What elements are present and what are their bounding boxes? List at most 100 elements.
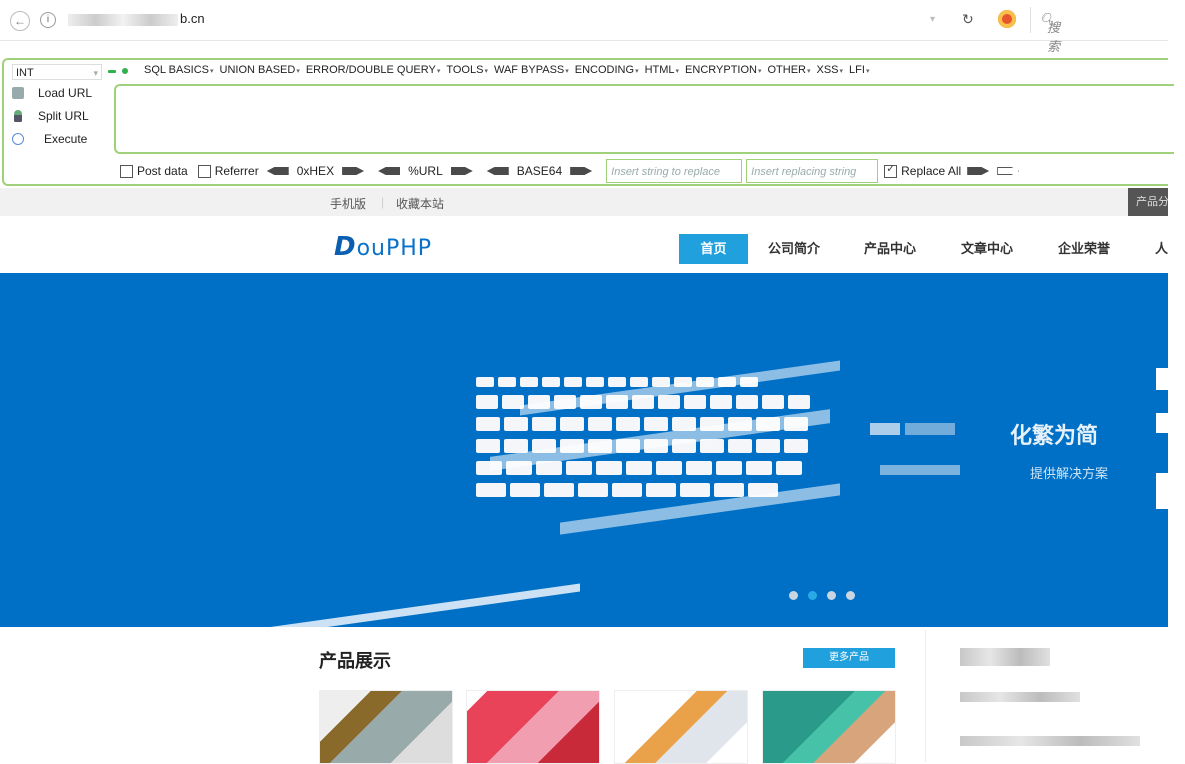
- injection-type-select[interactable]: INT ▾: [12, 64, 102, 80]
- keyboard-key: [566, 461, 592, 475]
- product-thumbnail[interactable]: [614, 690, 748, 764]
- replace-next-arrow-icon[interactable]: [997, 167, 1020, 175]
- keyboard-key: [510, 483, 540, 497]
- nav-honors[interactable]: 企业荣誉: [1058, 234, 1110, 264]
- search-box[interactable]: 🔍︎ 搜索: [1030, 7, 1169, 54]
- hex-decode-arrow-icon[interactable]: [266, 167, 289, 175]
- keyboard-key: [700, 439, 724, 453]
- nav-more[interactable]: 人: [1155, 234, 1168, 264]
- load-url-icon: [12, 87, 24, 99]
- menu-encryption[interactable]: ENCRYPTION: [685, 64, 761, 76]
- hex-encode-arrow-icon[interactable]: [342, 167, 365, 175]
- plus-icon[interactable]: [122, 68, 128, 74]
- carousel-dot-active[interactable]: [808, 591, 817, 600]
- redacted-url-part: [68, 13, 178, 26]
- menu-waf-bypass[interactable]: WAF BYPASS: [494, 64, 569, 76]
- bookmark-site-link[interactable]: 收藏本站: [396, 195, 444, 212]
- keyboard-key: [714, 483, 744, 497]
- keyboard-key: [476, 417, 500, 431]
- banner-subtitle: 提供解决方案: [1030, 466, 1109, 481]
- nav-products[interactable]: 产品中心: [864, 234, 916, 264]
- referrer-checkbox[interactable]: [197, 164, 211, 178]
- extension-icon[interactable]: [998, 10, 1016, 28]
- keyboard-key: [504, 417, 528, 431]
- load-url-button[interactable]: Load URL: [12, 86, 92, 100]
- menu-xss[interactable]: XSS: [817, 64, 844, 76]
- keyboard-key: [658, 395, 680, 409]
- info-icon[interactable]: i: [40, 12, 56, 28]
- back-arrow-icon[interactable]: ←: [10, 11, 30, 31]
- keyboard-key: [788, 395, 810, 409]
- keyboard-key: [504, 439, 528, 453]
- site-top-bar: 手机版 | 收藏本站 产品分类: [0, 188, 1168, 216]
- redacted-block: [1156, 368, 1168, 390]
- find-string-input[interactable]: Insert string to replace: [606, 159, 743, 183]
- carousel-dot[interactable]: [789, 591, 798, 600]
- replace-all-label: Replace All: [901, 164, 962, 178]
- keyboard-key: [476, 439, 500, 453]
- url-decode-arrow-icon[interactable]: [378, 167, 401, 175]
- keyboard-key: [680, 483, 710, 497]
- keyboard-key: [686, 461, 712, 475]
- url-textarea[interactable]: [114, 84, 1174, 154]
- product-thumbnail[interactable]: [466, 690, 600, 764]
- url-encode-arrow-icon[interactable]: [450, 167, 473, 175]
- keyboard-key: [776, 461, 802, 475]
- keyboard-key: [646, 483, 676, 497]
- reload-icon[interactable]: ↻: [962, 11, 974, 28]
- replace-arrow-icon[interactable]: [967, 167, 990, 175]
- site-logo[interactable]: DouPHP: [334, 232, 432, 262]
- product-thumbnail[interactable]: [319, 690, 453, 764]
- nav-about[interactable]: 公司简介: [768, 234, 820, 264]
- menu-lfi[interactable]: LFI: [849, 64, 869, 76]
- post-data-checkbox[interactable]: [120, 164, 133, 178]
- carousel-dot[interactable]: [846, 591, 855, 600]
- base64-decode-arrow-icon[interactable]: [486, 167, 509, 175]
- keyboard-key: [476, 395, 498, 409]
- menu-sql-basics[interactable]: SQL BASICS: [144, 64, 214, 76]
- hex-label: 0xHEX: [296, 164, 335, 178]
- nav-articles[interactable]: 文章中心: [961, 234, 1013, 264]
- execute-label: Execute: [44, 132, 88, 146]
- more-products-button[interactable]: 更多产品: [803, 648, 895, 668]
- mobile-version-link[interactable]: 手机版: [330, 195, 366, 212]
- redacted-line: [960, 736, 1140, 746]
- split-url-button[interactable]: Split URL: [12, 109, 89, 123]
- menu-error-double-query[interactable]: ERROR/DOUBLE QUERY: [306, 64, 441, 76]
- menu-html[interactable]: HTML: [645, 64, 679, 76]
- redacted-block: [1156, 473, 1168, 509]
- keyboard-key: [630, 377, 648, 387]
- right-column: [925, 630, 1169, 762]
- search-placeholder: 🔍︎ 搜索: [1039, 12, 1061, 54]
- base64-encode-arrow-icon[interactable]: [570, 167, 593, 175]
- nav-home[interactable]: 首页: [679, 234, 748, 264]
- url-dropdown-icon[interactable]: ▾: [930, 14, 935, 25]
- carousel-dot[interactable]: [827, 591, 836, 600]
- replace-all-checkbox[interactable]: [884, 162, 898, 178]
- product-thumbnail[interactable]: [762, 690, 896, 764]
- menu-other[interactable]: OTHER: [767, 64, 810, 76]
- menu-tools[interactable]: TOOLS: [446, 64, 488, 76]
- address-bar[interactable]: b.cn: [68, 11, 205, 26]
- execute-button[interactable]: Execute: [12, 132, 87, 146]
- replace-string-input[interactable]: Insert replacing string: [746, 159, 879, 183]
- keyboard-key: [728, 439, 752, 453]
- keyboard-key: [612, 483, 642, 497]
- streak: [160, 583, 580, 627]
- post-data-label: Post data: [137, 164, 188, 178]
- hackbar-options-row: Post data Referrer 0xHEX %URL BASE64 Ins…: [120, 158, 1020, 184]
- redacted-block: [870, 423, 900, 435]
- keyboard-key: [596, 461, 622, 475]
- load-url-label: Load URL: [38, 86, 93, 100]
- hero-banner[interactable]: 化繁为简 提供解决方案: [0, 273, 1168, 627]
- menu-union-based[interactable]: UNION BASED: [220, 64, 300, 76]
- base64-label: BASE64: [516, 164, 563, 178]
- keyboard-key: [736, 395, 758, 409]
- products-title: 产品展示: [319, 651, 391, 671]
- product-category-tab[interactable]: 产品分类: [1128, 188, 1168, 216]
- referrer-label: Referrer: [214, 164, 259, 178]
- keyboard-key: [644, 417, 668, 431]
- keyboard-key: [578, 483, 608, 497]
- minus-icon[interactable]: [108, 70, 116, 73]
- menu-encoding[interactable]: ENCODING: [575, 64, 639, 76]
